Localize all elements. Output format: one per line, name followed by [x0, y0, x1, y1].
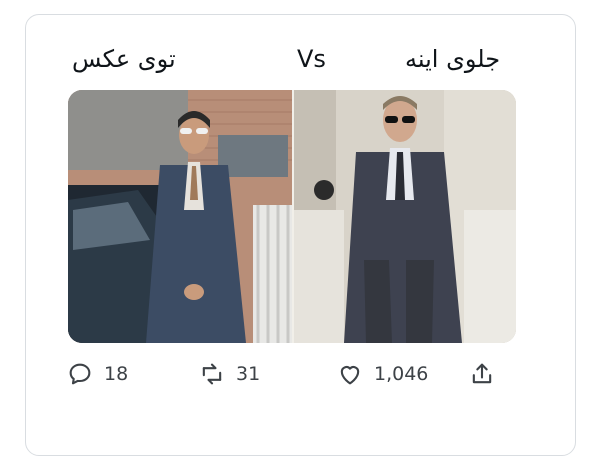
caption-right: جلوی اینه: [405, 45, 501, 73]
caption-left: توی عکس: [72, 45, 176, 73]
retweet-action[interactable]: 31: [198, 360, 260, 388]
meme-photo-left: [68, 90, 292, 343]
tweet-media[interactable]: [68, 90, 516, 343]
meme-photo-left-illustration: [68, 90, 292, 343]
share-action[interactable]: [468, 360, 496, 388]
like-count: 1,046: [374, 363, 429, 385]
heart-icon[interactable]: [336, 360, 364, 388]
reply-action[interactable]: 18: [66, 360, 128, 388]
reply-count: 18: [104, 363, 129, 385]
reply-icon[interactable]: [66, 360, 94, 388]
retweet-count: 31: [236, 363, 261, 385]
retweet-icon[interactable]: [198, 360, 226, 388]
meme-photo-right: [294, 90, 516, 343]
tweet-actions: 18 31 1,046: [0, 360, 600, 396]
share-icon[interactable]: [468, 360, 496, 388]
meme-photo-right-illustration: [294, 90, 516, 343]
like-action[interactable]: 1,046: [336, 360, 428, 388]
caption-vs: Vs: [297, 45, 326, 73]
